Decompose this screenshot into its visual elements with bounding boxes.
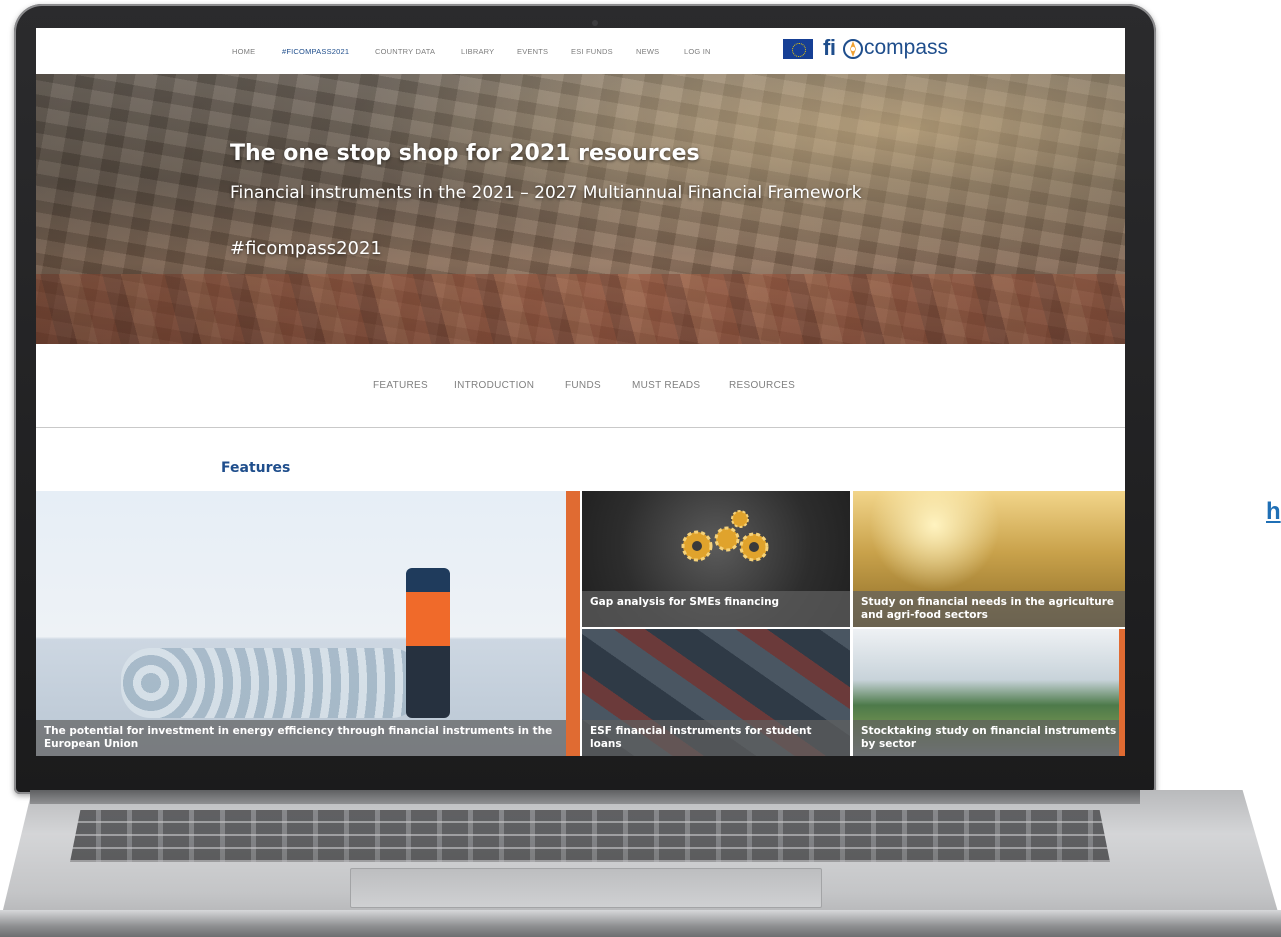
- tile-caption: Stocktaking study on financial instrumen…: [853, 720, 1125, 756]
- laptop-keyboard: [70, 810, 1110, 862]
- section-divider: [36, 427, 1125, 428]
- eu-flag-icon[interactable]: [783, 39, 813, 59]
- insulation-rolls-image: [121, 648, 421, 718]
- feature-tile-stocktaking-study[interactable]: Stocktaking study on financial instrumen…: [853, 629, 1125, 756]
- tile-caption: ESF financial instruments for student lo…: [582, 720, 850, 756]
- nav-news[interactable]: NEWS: [636, 47, 659, 56]
- laptop-trackpad: [350, 868, 822, 908]
- section-nav-must-reads[interactable]: MUST READS: [632, 380, 700, 391]
- nav-library[interactable]: LIBRARY: [461, 47, 494, 56]
- nav-home[interactable]: HOME: [232, 47, 255, 56]
- gears-icon: [681, 510, 769, 562]
- compass-icon[interactable]: [843, 39, 863, 59]
- feature-tile-agriculture-financing[interactable]: Study on financial needs in the agricult…: [853, 491, 1125, 627]
- tile-caption: The potential for investment in energy e…: [36, 720, 566, 756]
- laptop-hinge: [30, 790, 1140, 804]
- section-nav-resources[interactable]: RESOURCES: [729, 380, 795, 391]
- logo-compass[interactable]: compass: [864, 36, 948, 60]
- section-nav-features[interactable]: FEATURES: [373, 380, 428, 391]
- logo-fi[interactable]: fi: [823, 35, 836, 61]
- top-navigation: HOME #FICOMPASS2021 COUNTRY DATA LIBRARY…: [36, 28, 1125, 74]
- worker-image: [406, 568, 450, 718]
- hero-title: The one stop shop for 2021 resources: [230, 141, 700, 166]
- feature-tile-esf-student-loans[interactable]: ESF financial instruments for student lo…: [582, 629, 850, 756]
- nav-events[interactable]: EVENTS: [517, 47, 548, 56]
- accent-bar: [1119, 629, 1125, 756]
- nav-country-data[interactable]: COUNTRY DATA: [375, 47, 435, 56]
- tile-caption: Gap analysis for SMEs financing: [582, 591, 850, 627]
- nav-log-in[interactable]: LOG IN: [684, 47, 711, 56]
- section-navigation: FEATURES INTRODUCTION FUNDS MUST READS R…: [36, 344, 1125, 428]
- hero-city-image: [36, 274, 1125, 344]
- tile-caption: Study on financial needs in the agricult…: [853, 591, 1125, 627]
- features-heading: Features: [221, 460, 291, 476]
- webcam-icon: [592, 20, 598, 26]
- section-nav-funds[interactable]: FUNDS: [565, 380, 601, 391]
- nav-esi-funds[interactable]: ESI FUNDS: [571, 47, 613, 56]
- laptop-base-edge: [0, 910, 1281, 937]
- hero-hashtag: #ficompass2021: [230, 238, 382, 259]
- external-link[interactable]: h: [1266, 498, 1281, 526]
- hero-banner: The one stop shop for 2021 resources Fin…: [36, 74, 1125, 344]
- feature-tile-sme-gap-analysis[interactable]: Gap analysis for SMEs financing: [582, 491, 850, 627]
- nav-ficompass2021[interactable]: #FICOMPASS2021: [282, 47, 349, 56]
- accent-bar: [566, 491, 580, 756]
- hero-subtitle: Financial instruments in the 2021 – 2027…: [230, 183, 862, 203]
- website-screen: HOME #FICOMPASS2021 COUNTRY DATA LIBRARY…: [36, 28, 1125, 756]
- section-nav-introduction[interactable]: INTRODUCTION: [454, 380, 534, 391]
